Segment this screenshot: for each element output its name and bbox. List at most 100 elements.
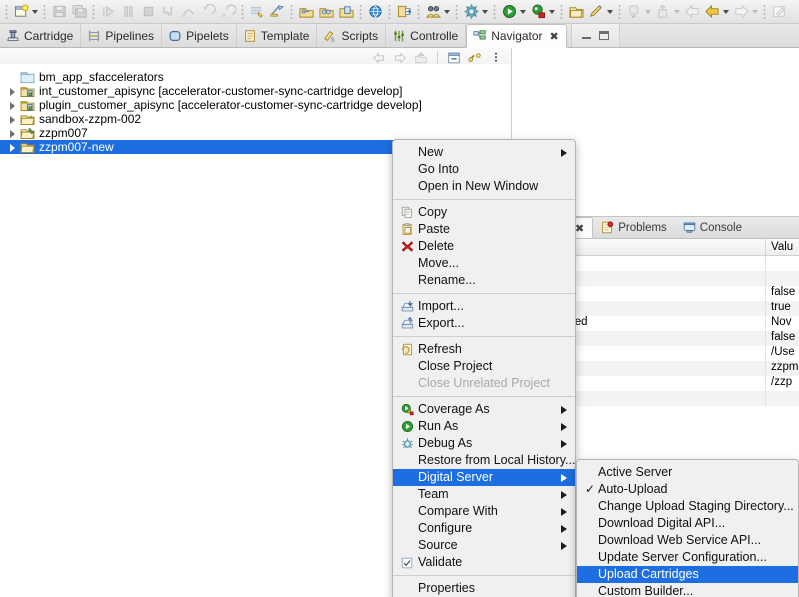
step-into-button[interactable] — [158, 2, 178, 22]
menu-item-compare-with[interactable]: Compare With — [393, 503, 575, 520]
menu-item-copy[interactable]: Copy — [393, 204, 575, 221]
new-cartridge-button[interactable] — [247, 2, 267, 22]
close-icon[interactable]: ✖ — [575, 222, 584, 235]
menu-item-refresh[interactable]: Refresh — [393, 341, 575, 358]
table-row[interactable]: fied Nov — [563, 316, 799, 331]
submenu-item-custom-builder[interactable]: Custom Builder... — [577, 583, 798, 597]
menu-item-open-in-new-window[interactable]: Open in New Window — [393, 178, 575, 195]
save-button[interactable] — [49, 2, 69, 22]
tab-controller[interactable]: Controlle — [386, 24, 467, 47]
menu-item-rename[interactable]: Rename... — [393, 272, 575, 289]
external-tools-dropdown-arrow[interactable] — [482, 9, 488, 14]
table-row[interactable]: /zzp — [563, 376, 799, 391]
tab-problems[interactable]: Problems — [593, 217, 675, 238]
debug-dropdown-arrow[interactable] — [549, 9, 555, 14]
open-folder-button[interactable] — [394, 2, 414, 22]
menu-item-restore-from-local-history[interactable]: Restore from Local History... — [393, 452, 575, 469]
menu-item-import[interactable]: Import... — [393, 298, 575, 315]
previous-annotation-dropdown-arrow[interactable] — [645, 9, 651, 14]
table-row[interactable]: zzpm — [563, 361, 799, 376]
open-pipeline-button[interactable] — [296, 2, 316, 22]
submenu-item-change-upload-staging-directory[interactable]: Change Upload Staging Directory... — [577, 498, 798, 515]
forward-dropdown-arrow[interactable] — [752, 9, 758, 14]
table-row[interactable]: false — [563, 331, 799, 346]
tree-item-zzpm007[interactable]: zzpm007 — [0, 126, 511, 140]
submenu-item-upload-cartridges[interactable]: Upload Cartridges — [577, 566, 798, 583]
tab-console[interactable]: Console — [675, 217, 750, 238]
open-pipelet-button[interactable] — [316, 2, 336, 22]
forward-nav-button[interactable] — [702, 2, 722, 22]
submenu-item-auto-upload[interactable]: ✓ Auto-Upload — [577, 481, 798, 498]
step-over-button[interactable] — [178, 2, 198, 22]
table-row[interactable] — [563, 256, 799, 271]
digital-server-submenu[interactable]: Active Server ✓ Auto-Upload Change Uploa… — [576, 459, 799, 597]
open-resource-button[interactable] — [566, 2, 586, 22]
previous-annotation-button[interactable] — [624, 2, 644, 22]
next-annotation-dropdown-arrow[interactable] — [674, 9, 680, 14]
tree-item-bm_app_sfaccelerators[interactable]: bm_app_sfaccelerators — [0, 70, 511, 84]
drop-to-frame-button[interactable] — [218, 2, 238, 22]
submenu-item-update-server-configuration[interactable]: Update Server Configuration... — [577, 549, 798, 566]
run-dropdown-arrow[interactable] — [520, 9, 526, 14]
forward-button[interactable] — [731, 2, 751, 22]
new-wizard-button[interactable] — [11, 2, 31, 22]
tree-item-sandbox-zzpm-002[interactable]: sandbox-zzpm-002 — [0, 112, 511, 126]
table-row[interactable]: /Use — [563, 346, 799, 361]
suspend-button[interactable] — [118, 2, 138, 22]
step-return-button[interactable] — [198, 2, 218, 22]
save-all-button[interactable] — [69, 2, 89, 22]
search-button[interactable] — [586, 2, 606, 22]
menu-item-delete[interactable]: Delete — [393, 238, 575, 255]
menu-item-configure[interactable]: Configure — [393, 520, 575, 537]
submenu-item-download-digital-api[interactable]: Download Digital API... — [577, 515, 798, 532]
expand-twisty[interactable] — [8, 101, 17, 110]
table-row[interactable] — [563, 271, 799, 286]
back-button[interactable] — [682, 2, 702, 22]
menu-item-digital-server[interactable]: Digital Server — [393, 469, 575, 486]
tab-navigator[interactable]: Navigator ✖ — [466, 24, 567, 48]
team-dropdown-arrow[interactable] — [444, 9, 450, 14]
menu-item-close-project[interactable]: Close Project — [393, 358, 575, 375]
team-button[interactable] — [423, 2, 443, 22]
submenu-item-download-web-service-api[interactable]: Download Web Service API... — [577, 532, 798, 549]
menu-item-properties[interactable]: Properties — [393, 580, 575, 597]
open-web-button[interactable] — [365, 2, 385, 22]
new-wizard-dropdown-arrow[interactable] — [32, 9, 38, 14]
tab-template[interactable]: Template — [237, 24, 318, 47]
forward-nav-dropdown-arrow[interactable] — [723, 9, 729, 14]
tab-scripts[interactable]: s Scripts — [317, 24, 387, 47]
menu-item-paste[interactable]: Paste — [393, 221, 575, 238]
column-header-name[interactable] — [563, 238, 766, 256]
column-header-value[interactable]: Valu — [766, 239, 799, 256]
next-annotation-button[interactable] — [653, 2, 673, 22]
table-row[interactable]: false — [563, 286, 799, 301]
menu-item-debug-as[interactable]: Debug As — [393, 435, 575, 452]
tab-pipelines[interactable]: Pipelines — [81, 24, 163, 47]
maximize-icon[interactable] — [598, 31, 609, 40]
menu-item-team[interactable]: Team — [393, 486, 575, 503]
expand-twisty[interactable] — [8, 129, 17, 138]
menu-item-run-as[interactable]: Run As — [393, 418, 575, 435]
run-button[interactable] — [499, 2, 519, 22]
table-row[interactable]: true — [563, 301, 799, 316]
expand-twisty[interactable] — [8, 115, 17, 124]
table-row[interactable] — [563, 391, 799, 406]
menu-item-go-into[interactable]: Go Into — [393, 161, 575, 178]
terminate-button[interactable] — [138, 2, 158, 22]
close-icon[interactable]: ✖ — [550, 30, 559, 43]
tab-cartridge[interactable]: Cartridge — [0, 24, 82, 47]
expand-twisty[interactable] — [8, 143, 17, 152]
new-pipeline-button[interactable] — [267, 2, 287, 22]
debug-button[interactable] — [528, 2, 548, 22]
submenu-item-active-server[interactable]: Active Server — [577, 464, 798, 481]
menu-item-validate[interactable]: Validate — [393, 554, 575, 571]
menu-item-new[interactable]: New — [393, 144, 575, 161]
resume-button[interactable] — [98, 2, 118, 22]
tree-item-int_customer_apisync[interactable]: int_customer_apisync [accelerator-custom… — [0, 84, 511, 98]
external-tools-button[interactable] — [461, 2, 481, 22]
context-menu[interactable]: New Go Into Open in New Window Copy Past… — [392, 139, 576, 597]
menu-item-source[interactable]: Source — [393, 537, 575, 554]
menu-item-export[interactable]: Export... — [393, 315, 575, 332]
menu-item-move[interactable]: Move... — [393, 255, 575, 272]
new-editor-button[interactable] — [769, 2, 789, 22]
